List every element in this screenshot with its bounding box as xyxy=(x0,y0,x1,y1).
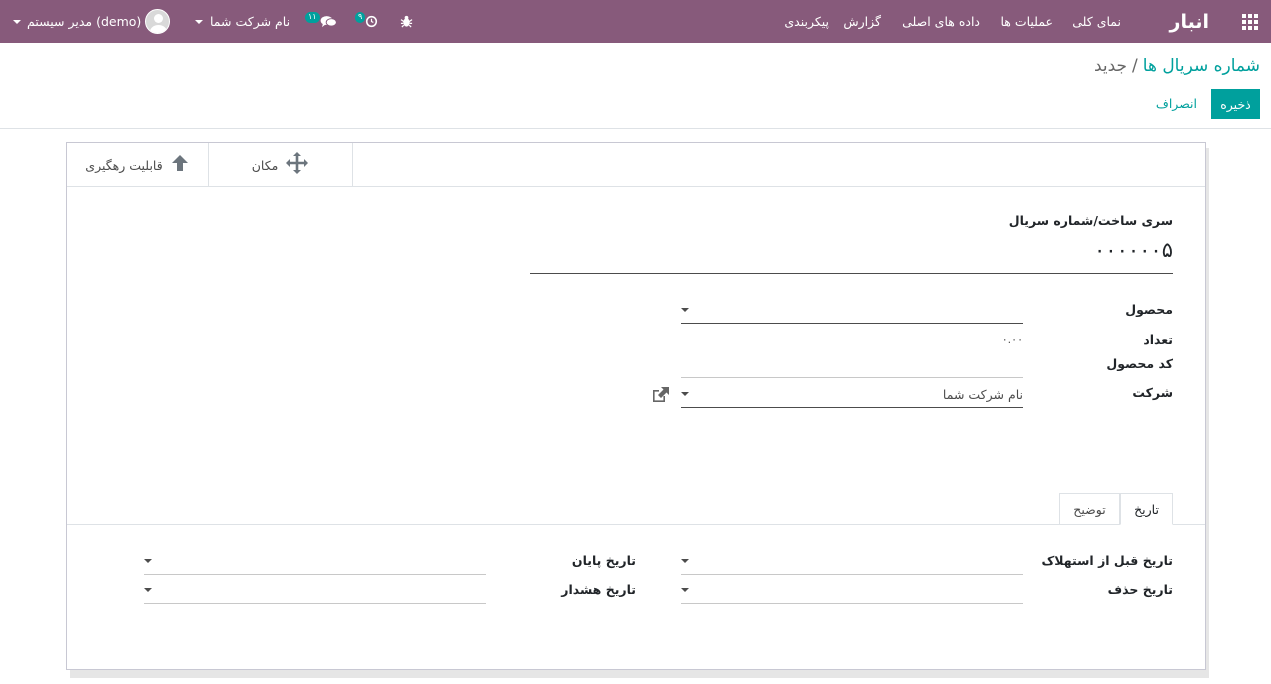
discard-button[interactable]: انصراف xyxy=(1156,96,1197,111)
end-date-dropdown-icon[interactable] xyxy=(144,559,152,563)
menu-item-operations[interactable]: عملیات ها xyxy=(1000,0,1053,43)
menu-item-overview[interactable]: نمای کلی xyxy=(1072,0,1121,43)
arrow-up-icon xyxy=(170,153,190,178)
company-input[interactable]: نام شرکت شما xyxy=(943,387,1023,402)
removal-date-dropdown-icon[interactable] xyxy=(681,559,689,563)
tabs-divider xyxy=(67,524,1205,525)
breadcrumb-parent[interactable]: شماره سریال ها xyxy=(1143,56,1260,76)
location-label: مکان xyxy=(251,157,279,173)
lot-name-underline xyxy=(530,273,1173,274)
activities-badge: ۹ xyxy=(355,12,366,23)
top-navbar: انبار نمای کلی عملیات ها داده های اصلی گ… xyxy=(0,0,1271,43)
product-ref-label: کد محصول xyxy=(1106,356,1173,371)
activities-button[interactable]: ۹ xyxy=(355,0,378,43)
menu-item-master-data[interactable]: داده های اصلی xyxy=(902,0,980,43)
company-underline xyxy=(681,407,1023,408)
alert-date-input[interactable] xyxy=(144,603,486,604)
alert-date-dropdown-icon[interactable] xyxy=(144,588,152,592)
company-switcher[interactable]: نام شرکت شما xyxy=(195,0,290,43)
messages-button[interactable]: ۱۱ xyxy=(305,0,337,43)
breadcrumb-current: جدید xyxy=(1093,56,1128,76)
delete-date-input[interactable] xyxy=(681,603,1023,604)
avatar xyxy=(145,9,171,34)
user-name: مدیر سیستم (demo) xyxy=(27,14,142,29)
move-arrows-icon xyxy=(285,151,309,180)
product-underline xyxy=(681,323,1023,324)
delete-date-label: تاریخ حذف xyxy=(1107,582,1173,597)
location-button[interactable]: مکان xyxy=(209,143,353,187)
traceability-button[interactable]: قابلیت رهگیری xyxy=(67,143,209,187)
company-name: نام شرکت شما xyxy=(210,14,291,29)
tab-dates[interactable]: تاریخ xyxy=(1120,493,1173,525)
external-link-icon[interactable] xyxy=(650,386,670,407)
end-date-input[interactable] xyxy=(144,574,486,575)
delete-date-dropdown-icon[interactable] xyxy=(681,588,689,592)
tab-description[interactable]: توضیح xyxy=(1059,493,1120,525)
traceability-label: قابلیت رهگیری xyxy=(85,157,163,173)
caret-down-icon xyxy=(195,19,203,24)
menu-item-reporting[interactable]: گزارش xyxy=(843,0,881,43)
messages-badge: ۱۱ xyxy=(305,12,320,23)
product-dropdown-icon[interactable] xyxy=(681,308,689,312)
company-label: شرکت xyxy=(1132,385,1173,400)
company-dropdown-icon[interactable] xyxy=(681,392,689,396)
removal-date-label: تاریخ قبل از استهلاک xyxy=(1041,553,1174,568)
clock-icon xyxy=(366,15,378,28)
control-panel-divider xyxy=(0,128,1271,129)
quantity-label: تعداد xyxy=(1143,332,1173,347)
product-label: محصول xyxy=(1125,302,1173,317)
smart-button-box: قابلیت رهگیری مکان xyxy=(67,143,1205,187)
comments-icon xyxy=(320,16,337,28)
caret-down-icon xyxy=(13,19,21,24)
save-button[interactable]: ذخیره xyxy=(1211,89,1260,119)
end-date-label: تاریخ پایان xyxy=(571,553,636,568)
quantity-value: ۰.۰۰ xyxy=(1001,333,1023,346)
lot-name-input[interactable]: ۰۰۰۰۰۰۵ xyxy=(1094,238,1173,262)
breadcrumb: شماره سریال ها/جدید xyxy=(1094,56,1260,76)
alert-date-label: تاریخ هشدار xyxy=(561,582,636,597)
debug-icon[interactable] xyxy=(400,0,413,43)
apps-menu-icon[interactable] xyxy=(1242,0,1260,43)
app-brand[interactable]: انبار xyxy=(1170,0,1209,43)
menu-item-configuration[interactable]: پیکربندی xyxy=(784,0,829,43)
user-menu[interactable]: مدیر سیستم (demo) xyxy=(13,0,171,43)
form-sheet: قابلیت رهگیری مکان سری ساخت/شماره سریال … xyxy=(66,142,1206,670)
product-ref-underline xyxy=(681,377,1023,378)
lot-name-label: سری ساخت/شماره سریال xyxy=(1008,213,1173,228)
removal-date-input[interactable] xyxy=(681,574,1023,575)
breadcrumb-separator: / xyxy=(1132,56,1138,76)
